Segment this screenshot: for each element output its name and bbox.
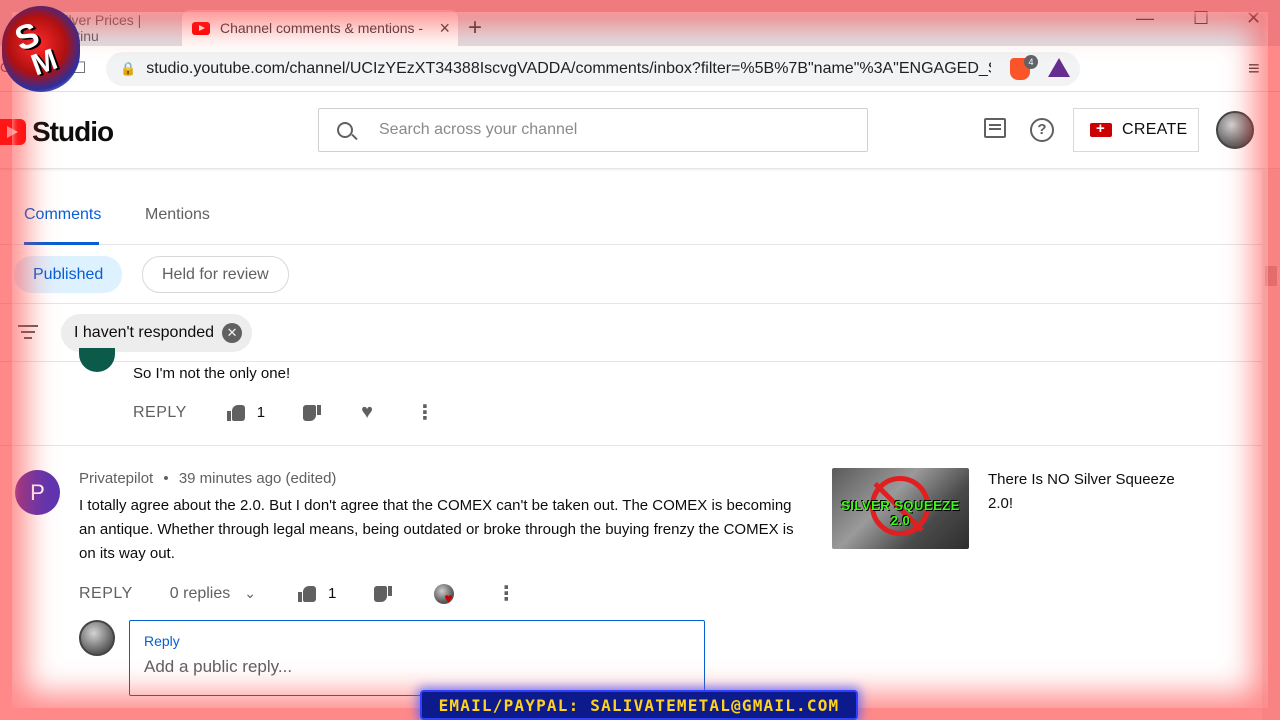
brave-rewards-icon[interactable] [1048, 58, 1070, 77]
feedback-icon[interactable] [984, 118, 1006, 138]
youtube-favicon-icon [192, 21, 210, 35]
comment-time[interactable]: 39 minutes ago (edited) [179, 470, 337, 487]
filter-icon[interactable] [18, 325, 38, 339]
active-tab-indicator [24, 242, 99, 245]
chevron-down-icon[interactable]: ⌄ [244, 585, 256, 602]
tab-label: Channel comments & mentions - [220, 20, 424, 36]
omnibox[interactable]: 🔒 studio.youtube.com/channel/UCIzYEzXT34… [106, 52, 1080, 86]
logo-letter-m: M [26, 42, 62, 83]
video-title[interactable]: There Is NO Silver Squeeze 2.0! [988, 468, 1198, 516]
comment-text: So I'm not the only one! [133, 365, 291, 382]
status-chips: Published Held for review [0, 246, 1262, 304]
more-icon[interactable]: ⋮ [496, 581, 516, 606]
like-count: 1 [256, 404, 266, 421]
commenter-avatar[interactable]: P [15, 470, 60, 515]
minimize-button[interactable]: — [1136, 8, 1154, 29]
brave-badge: 4 [1024, 55, 1038, 69]
filter-chip-not-responded[interactable]: I haven't responded ✕ [61, 314, 253, 352]
new-tab-button[interactable]: + [468, 14, 482, 42]
logo-text: Studio [32, 116, 114, 147]
filter-bar: I haven't responded ✕ [0, 305, 1262, 362]
reply-button[interactable]: REPLY [79, 585, 133, 603]
heart-icon[interactable]: ♥ [361, 401, 373, 424]
comment-actions: REPLY 1 ♥ ⋮ [133, 400, 435, 425]
search-input[interactable] [379, 121, 839, 139]
url-text[interactable]: studio.youtube.com/channel/UCIzYEzXT3438… [146, 60, 991, 78]
like-icon[interactable] [226, 404, 245, 421]
browser-menu-icon[interactable]: ≡ [1248, 58, 1260, 81]
dislike-icon[interactable] [374, 586, 392, 602]
account-avatar[interactable] [1216, 111, 1254, 149]
search-box[interactable] [318, 108, 868, 152]
youtube-logo-icon [0, 119, 26, 145]
chip-published[interactable]: Published [14, 256, 123, 293]
studio-logo[interactable]: Studio [0, 116, 114, 148]
tab-mentions[interactable]: Mentions [145, 206, 210, 224]
create-label: CREATE [1122, 121, 1188, 138]
tab-comments[interactable]: Comments [24, 206, 101, 224]
dislike-icon[interactable] [303, 405, 321, 421]
creator-heart-icon[interactable]: ♥ [434, 583, 455, 606]
browser-tabbar: Silver Prices | Platinu Channel comments… [0, 0, 1280, 46]
my-avatar [79, 620, 115, 656]
meta-separator: • [163, 470, 169, 487]
reply-input[interactable] [144, 657, 684, 677]
reply-button[interactable]: REPLY [133, 404, 187, 422]
filter-chip-label: I haven't responded [74, 324, 215, 341]
comment-actions: REPLY 0 replies ⌄ 1 ♥ ⋮ [79, 581, 516, 606]
help-icon[interactable]: ? [1030, 118, 1054, 142]
like-count: 1 [328, 585, 337, 602]
more-icon[interactable]: ⋮ [415, 400, 435, 425]
comment-item: So I'm not the only one! REPLY 1 ♥ ⋮ [0, 348, 1262, 446]
comments-tabs: Comments Mentions [0, 170, 1262, 245]
email-banner: EMAIL/PAYPAL: SALIVATEMETAL@GMAIL.COM [420, 690, 858, 720]
scrollbar-thumb[interactable] [1265, 266, 1277, 286]
like-icon[interactable] [298, 585, 316, 602]
create-camera-icon [1090, 120, 1112, 137]
search-icon[interactable] [337, 122, 353, 138]
thumbnail-text: SILVER SQUEEZE 2.0 [841, 498, 960, 528]
reply-label: Reply [144, 633, 180, 649]
scrollbar[interactable] [1262, 170, 1280, 720]
lock-icon[interactable]: 🔒 [120, 61, 136, 77]
sm-channel-logo: S M [2, 6, 80, 92]
commenter-avatar[interactable] [79, 348, 115, 372]
close-window-button[interactable]: ✕ [1246, 8, 1261, 29]
reply-box[interactable]: Reply [129, 620, 705, 696]
video-thumbnail[interactable]: SILVER SQUEEZE 2.0 [832, 468, 969, 549]
chip-held-for-review[interactable]: Held for review [142, 256, 289, 293]
comment-author[interactable]: Privatepilot [79, 470, 153, 487]
clear-filter-icon[interactable]: ✕ [222, 323, 243, 343]
close-tab-icon[interactable]: × [439, 18, 450, 39]
address-bar: ⟳ ☐ 🔒 studio.youtube.com/channel/UCIzYEz… [0, 46, 1280, 92]
comment-text: I totally agree about the 2.0. But I don… [79, 497, 794, 562]
comment-item: P Privatepilot • 39 minutes ago (edited)… [0, 446, 1262, 720]
tab-channel-comments[interactable]: Channel comments & mentions - × [182, 10, 458, 46]
create-button[interactable]: CREATE [1073, 108, 1199, 152]
studio-header: Studio ? CREATE [0, 92, 1280, 169]
maximize-button[interactable]: ☐ [1193, 8, 1209, 29]
replies-toggle[interactable]: 0 replies [170, 585, 230, 603]
comment-meta: Privatepilot • 39 minutes ago (edited) [79, 470, 336, 487]
